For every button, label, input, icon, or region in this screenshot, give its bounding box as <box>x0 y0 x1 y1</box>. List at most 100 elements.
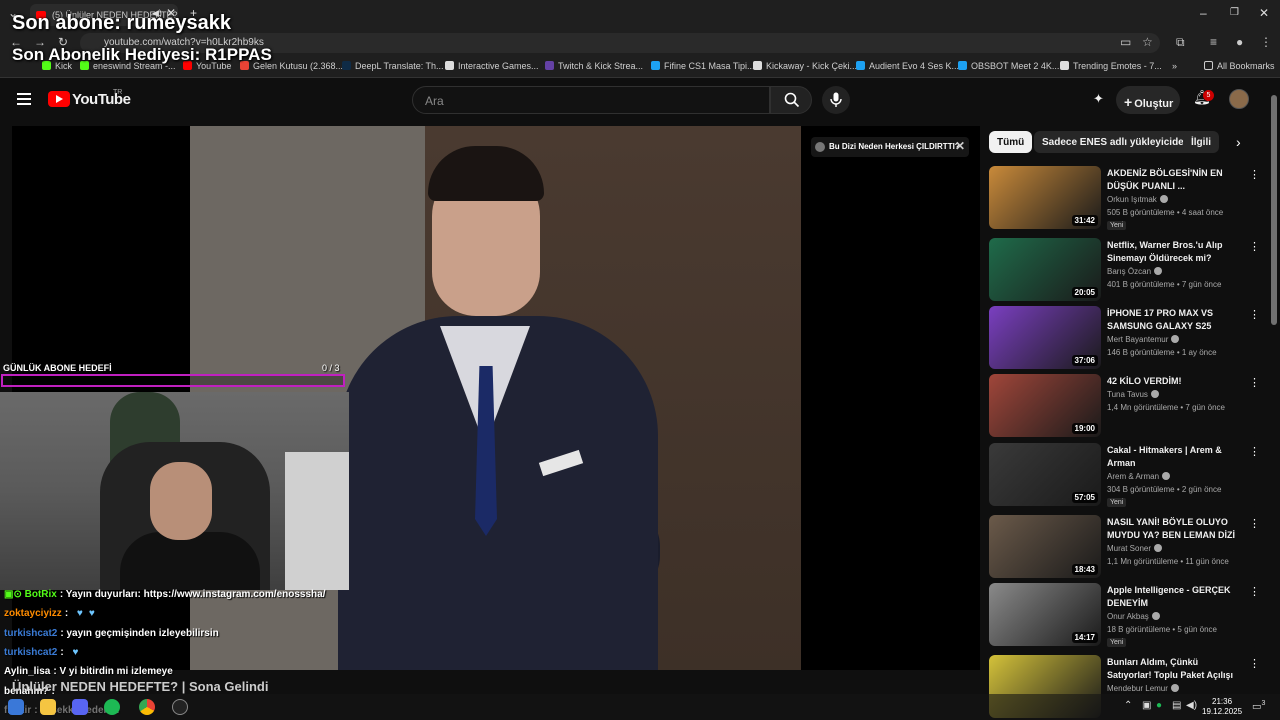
page-scrollbar[interactable] <box>1271 95 1277 325</box>
bookmark-item[interactable]: Trending Emotes - 7... <box>1060 61 1162 71</box>
discord-icon[interactable] <box>72 699 88 715</box>
channel-name[interactable]: Mert Bayantemur <box>1107 335 1180 344</box>
bookmark-label: Audient Evo 4 Ses K... <box>869 61 960 71</box>
voice-search-button[interactable] <box>822 86 850 114</box>
video-title[interactable]: AKDENİZ BÖLGESİ'NİN EN DÜŞÜK PUANLI ... <box>1107 167 1243 193</box>
video-thumbnail[interactable]: 14:17 <box>989 583 1101 646</box>
account-avatar[interactable] <box>1229 89 1249 109</box>
video-meta: 1,1 Mn görüntüleme • 11 gün önce <box>1107 557 1229 566</box>
restore-icon[interactable]: ❐ <box>1230 7 1239 18</box>
new-badge: Yeni <box>1107 638 1127 647</box>
more-options-icon[interactable]: ⋮ <box>1249 240 1260 253</box>
verified-icon <box>1151 612 1160 620</box>
more-options-icon[interactable]: ⋮ <box>1249 376 1260 389</box>
bookmark-item[interactable]: Audient Evo 4 Ses K... <box>856 61 959 71</box>
media-icon[interactable]: ≡ <box>1210 35 1217 49</box>
channel-name[interactable]: Mendebur Lemur <box>1107 684 1179 693</box>
filter-chip[interactable]: Sadece ENES adlı yükleyiciden <box>1034 131 1198 153</box>
spotify-taskbar-icon[interactable] <box>104 699 120 715</box>
more-options-icon[interactable]: ⋮ <box>1249 168 1260 181</box>
channel-name[interactable]: Tuna Tavus <box>1107 390 1159 399</box>
recommended-video[interactable]: 20:05 Netflix, Warner Bros.'u Alıp Sinema… <box>989 238 1261 302</box>
bookmarks-overflow-icon[interactable]: » <box>1172 61 1177 71</box>
more-options-icon[interactable]: ⋮ <box>1249 308 1260 321</box>
video-title[interactable]: 42 KİLO VERDİM! <box>1107 375 1243 388</box>
recommended-video[interactable]: 18:43 NASIL YANİ! BÖYLE OLUYO MUYDU YA? B… <box>989 515 1261 579</box>
bookmark-label: Twitch & Kick Strea... <box>558 61 644 71</box>
video-title[interactable]: NASIL YANİ! BÖYLE OLUYO MUYDU YA? BEN LE… <box>1107 516 1243 542</box>
bookmark-star-icon[interactable]: ☆ <box>1142 35 1153 49</box>
search-placeholder: Ara <box>425 94 444 108</box>
video-thumbnail[interactable]: 57:05 <box>989 443 1101 506</box>
cast-icon[interactable]: ▭ <box>1120 35 1131 49</box>
window-close-icon[interactable]: ✕ <box>1259 6 1269 20</box>
filter-chip[interactable]: Tümü <box>989 131 1033 153</box>
tray-overflow-icon[interactable]: ⌃ <box>1124 700 1132 711</box>
channel-name[interactable]: Arem & Arman <box>1107 472 1171 481</box>
video-thumbnail[interactable]: 19:00 <box>989 374 1101 437</box>
video-title[interactable]: Netflix, Warner Bros.'u Alıp Sinemayı Öl… <box>1107 239 1243 265</box>
video-thumbnail[interactable]: 37:06 <box>989 306 1101 369</box>
video-thumbnail[interactable]: 31:42 <box>989 166 1101 229</box>
channel-label: Arem & Arman <box>1107 472 1160 481</box>
more-options-icon[interactable]: ⋮ <box>1249 445 1260 458</box>
video-thumbnail[interactable]: 20:05 <box>989 238 1101 301</box>
more-options-icon[interactable]: ⋮ <box>1249 657 1260 670</box>
recommended-video[interactable]: 57:05 Cakal - Hitmakers | Arem & Arman Are… <box>989 443 1261 507</box>
recommended-video[interactable]: 19:00 42 KİLO VERDİM! Tuna Tavus 1,4 Mn gör… <box>989 374 1261 438</box>
file-explorer-icon[interactable] <box>40 699 56 715</box>
profile-icon[interactable]: ● <box>1236 35 1243 49</box>
channel-name[interactable]: Onur Akbaş <box>1107 612 1160 621</box>
channel-label: Orkun Işıtmak <box>1107 195 1157 204</box>
video-title[interactable]: İPHONE 17 PRO MAX VS SAMSUNG GALAXY S25 … <box>1107 307 1243 333</box>
recommended-video[interactable]: 14:17 Apple Intelligence - GERÇEK DENEYİM… <box>989 583 1261 647</box>
video-title[interactable]: Bunları Aldım, Çünkü Satıyorlar! Toplu P… <box>1107 656 1243 682</box>
folder-icon <box>1204 61 1213 70</box>
last-gift-overlay: Son Abonelik Hediyesi: R1PPAS <box>12 45 272 64</box>
taskbar-clock[interactable]: 21:36 19.12.2025 <box>1202 697 1242 717</box>
new-badge: Yeni <box>1107 498 1127 507</box>
search-button[interactable] <box>770 86 812 114</box>
menu-kebab-icon[interactable]: ⋮ <box>1260 35 1272 49</box>
recommended-video[interactable]: 37:06 İPHONE 17 PRO MAX VS SAMSUNG GALAXY… <box>989 306 1261 370</box>
chrome-icon[interactable] <box>139 699 155 715</box>
network-icon[interactable]: ▤ <box>1172 700 1181 711</box>
recommended-video[interactable]: 31:42 AKDENİZ BÖLGESİ'NİN EN DÜŞÜK PUANLI… <box>989 166 1261 230</box>
webcam-window <box>285 452 349 590</box>
bookmark-item[interactable]: Twitch & Kick Strea... <box>545 61 643 71</box>
bookmark-item[interactable]: Fifine CS1 Masa Tipi... <box>651 61 755 71</box>
start-icon[interactable] <box>8 699 24 715</box>
channel-name[interactable]: Barış Özcan <box>1107 267 1163 276</box>
suggested-video-card[interactable]: Bu Dizi Neden Herkesi ÇILDIRTTI? ✕ <box>811 137 969 157</box>
channel-label: Mert Bayantemur <box>1107 335 1169 344</box>
filter-chip[interactable]: İlgili <box>1183 131 1219 153</box>
more-options-icon[interactable]: ⋮ <box>1249 585 1260 598</box>
chips-next-icon[interactable]: › <box>1236 134 1241 150</box>
spotify-tray-icon[interactable]: ● <box>1156 700 1162 711</box>
all-bookmarks[interactable]: All Bookmarks <box>1204 61 1275 71</box>
channel-name[interactable]: Orkun Işıtmak <box>1107 195 1168 204</box>
video-title[interactable]: Apple Intelligence - GERÇEK DENEYİM <box>1107 584 1243 610</box>
bookmark-item[interactable]: OBSBOT Meet 2 4K... <box>958 61 1059 71</box>
close-icon[interactable]: ✕ <box>955 139 965 153</box>
minimize-icon[interactable]: – <box>1200 6 1207 20</box>
channel-name[interactable]: Murat Soner <box>1107 544 1163 553</box>
hamburger-menu-icon[interactable] <box>17 93 31 105</box>
notification-center-icon[interactable]: ▭3 <box>1252 700 1265 712</box>
youtube-logo-icon[interactable] <box>48 91 70 107</box>
kick-studio-icon[interactable]: ✦ <box>1093 91 1104 107</box>
tray-app-icon[interactable]: ▣ <box>1142 700 1151 711</box>
bookmark-item[interactable]: Interactive Games... <box>445 61 539 71</box>
create-button[interactable]: + Oluştur <box>1116 86 1180 114</box>
video-title[interactable]: Cakal - Hitmakers | Arem & Arman <box>1107 444 1243 470</box>
search-input[interactable]: Ara <box>412 86 770 114</box>
extensions-icon[interactable]: ⧉ <box>1176 35 1185 50</box>
bookmark-item[interactable]: DeepL Translate: Th... <box>342 61 444 71</box>
more-options-icon[interactable]: ⋮ <box>1249 517 1260 530</box>
verified-icon <box>1154 267 1163 275</box>
bookmark-favicon-icon <box>651 61 660 70</box>
obs-icon[interactable] <box>172 699 188 715</box>
video-thumbnail[interactable]: 18:43 <box>989 515 1101 578</box>
bookmark-item[interactable]: Kickaway - Kick Çeki... <box>753 61 857 71</box>
volume-icon[interactable]: ◀) <box>1186 700 1197 711</box>
